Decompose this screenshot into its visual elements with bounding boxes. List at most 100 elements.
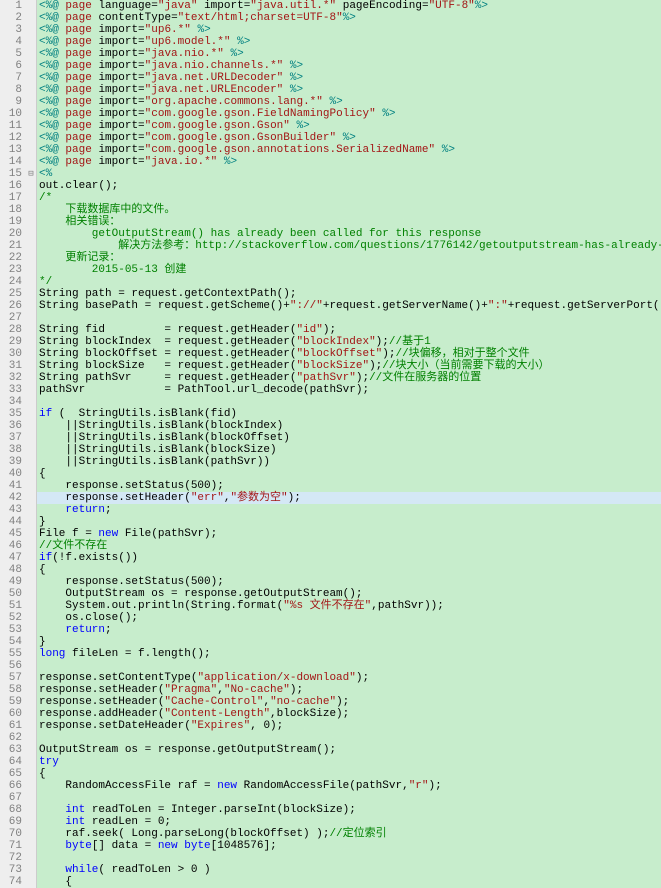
code-line[interactable] xyxy=(37,792,661,804)
code-line[interactable]: long fileLen = f.length(); xyxy=(37,648,661,660)
code-line[interactable]: <%@ page import="java.nio.*" %> xyxy=(37,48,661,60)
fold-marker xyxy=(26,204,36,216)
code-line[interactable]: OutputStream os = response.getOutputStre… xyxy=(37,744,661,756)
fold-marker xyxy=(26,324,36,336)
code-line[interactable]: RandomAccessFile raf = new RandomAccessF… xyxy=(37,780,661,792)
fold-marker xyxy=(26,348,36,360)
fold-marker xyxy=(26,720,36,732)
code-line[interactable]: response.setDateHeader("Expires", 0); xyxy=(37,720,661,732)
code-line[interactable]: int readLen = 0; xyxy=(37,816,661,828)
fold-marker xyxy=(26,660,36,672)
code-line[interactable]: return; xyxy=(37,624,661,636)
code-line[interactable]: if(!f.exists()) xyxy=(37,552,661,564)
code-line[interactable]: { xyxy=(37,468,661,480)
line-number: 58 xyxy=(0,684,22,696)
code-line[interactable]: } xyxy=(37,516,661,528)
code-line[interactable]: response.addHeader("Content-Length",bloc… xyxy=(37,708,661,720)
code-line[interactable]: */ xyxy=(37,276,661,288)
code-line[interactable]: while( readToLen > 0 ) xyxy=(37,864,661,876)
code-line[interactable] xyxy=(37,660,661,672)
code-line[interactable]: <% xyxy=(37,168,661,180)
code-line[interactable]: byte[] data = new byte[1048576]; xyxy=(37,840,661,852)
code-area[interactable]: <%@ page language="java" import="java.ut… xyxy=(37,0,661,888)
code-line[interactable]: String blockIndex = request.getHeader("b… xyxy=(37,336,661,348)
line-number-gutter: 1234567891011121314151617181920212223242… xyxy=(0,0,26,888)
code-line[interactable]: <%@ page import="java.nio.channels.*" %> xyxy=(37,60,661,72)
fold-marker xyxy=(26,840,36,852)
code-line[interactable]: String pathSvr = request.getHeader("path… xyxy=(37,372,661,384)
line-number: 57 xyxy=(0,672,22,684)
code-line[interactable]: String blockSize = request.getHeader("bl… xyxy=(37,360,661,372)
code-line[interactable]: ||StringUtils.isBlank(blockIndex) xyxy=(37,420,661,432)
code-line[interactable] xyxy=(37,312,661,324)
code-line[interactable]: if ( StringUtils.isBlank(fid) xyxy=(37,408,661,420)
code-line[interactable]: out.clear(); xyxy=(37,180,661,192)
code-line[interactable]: <%@ page import="up6.*" %> xyxy=(37,24,661,36)
fold-marker xyxy=(26,624,36,636)
fold-marker xyxy=(26,120,36,132)
code-line[interactable]: <%@ page import="com.google.gson.GsonBui… xyxy=(37,132,661,144)
code-line[interactable]: String blockOffset = request.getHeader("… xyxy=(37,348,661,360)
code-line[interactable]: response.setStatus(500); xyxy=(37,480,661,492)
code-line[interactable] xyxy=(37,396,661,408)
code-line[interactable]: response.setHeader("Pragma","No-cache"); xyxy=(37,684,661,696)
code-line[interactable]: File f = new File(pathSvr); xyxy=(37,528,661,540)
code-line[interactable]: String path = request.getContextPath(); xyxy=(37,288,661,300)
code-line[interactable]: ||StringUtils.isBlank(blockSize) xyxy=(37,444,661,456)
fold-marker xyxy=(26,444,36,456)
code-line[interactable]: } xyxy=(37,636,661,648)
code-line[interactable]: <%@ page import="com.google.gson.FieldNa… xyxy=(37,108,661,120)
code-line[interactable]: response.setContentType("application/x-d… xyxy=(37,672,661,684)
code-line[interactable] xyxy=(37,852,661,864)
fold-marker xyxy=(26,804,36,816)
code-line[interactable]: 解决方法参考：http://stackoverflow.com/question… xyxy=(37,240,661,252)
code-line[interactable]: <%@ page import="java.net.URLEncoder" %> xyxy=(37,84,661,96)
code-line[interactable]: String basePath = request.getScheme()+":… xyxy=(37,300,661,312)
code-line[interactable]: 下载数据库中的文件。 xyxy=(37,204,661,216)
code-line[interactable]: <%@ page import="java.io.*" %> xyxy=(37,156,661,168)
code-line[interactable]: int readToLen = Integer.parseInt(blockSi… xyxy=(37,804,661,816)
fold-marker xyxy=(26,792,36,804)
code-line[interactable]: try xyxy=(37,756,661,768)
code-line[interactable]: os.close(); xyxy=(37,612,661,624)
code-line[interactable]: 相关错误： xyxy=(37,216,661,228)
line-number: 66 xyxy=(0,780,22,792)
code-line[interactable]: String fid = request.getHeader("id"); xyxy=(37,324,661,336)
code-line[interactable]: //文件不存在 xyxy=(37,540,661,552)
fold-marker xyxy=(26,228,36,240)
fold-marker xyxy=(26,360,36,372)
code-line[interactable]: OutputStream os = response.getOutputStre… xyxy=(37,588,661,600)
code-line[interactable]: 2015-05-13 创建 xyxy=(37,264,661,276)
line-number: 15 xyxy=(0,168,22,180)
code-line[interactable]: pathSvr = PathTool.url_decode(pathSvr); xyxy=(37,384,661,396)
code-line[interactable]: response.setHeader("Cache-Control","no-c… xyxy=(37,696,661,708)
code-line[interactable]: response.setStatus(500); xyxy=(37,576,661,588)
line-number: 35 xyxy=(0,408,22,420)
code-line[interactable]: ||StringUtils.isBlank(blockOffset) xyxy=(37,432,661,444)
code-line[interactable]: <%@ page import="com.google.gson.annotat… xyxy=(37,144,661,156)
code-line[interactable] xyxy=(37,732,661,744)
code-line[interactable]: <%@ page import="org.apache.commons.lang… xyxy=(37,96,661,108)
code-line[interactable]: { xyxy=(37,876,661,888)
code-line[interactable]: { xyxy=(37,768,661,780)
line-number: 24 xyxy=(0,276,22,288)
fold-marker xyxy=(26,396,36,408)
code-line[interactable]: response.setHeader("err","参数为空"); xyxy=(37,492,661,504)
code-line[interactable]: /* xyxy=(37,192,661,204)
fold-marker xyxy=(26,828,36,840)
code-line[interactable]: <%@ page contentType="text/html;charset=… xyxy=(37,12,661,24)
fold-marker xyxy=(26,780,36,792)
code-line[interactable]: <%@ page language="java" import="java.ut… xyxy=(37,0,661,12)
code-line[interactable]: System.out.println(String.format("%s 文件不… xyxy=(37,600,661,612)
fold-marker[interactable]: ⊟ xyxy=(26,168,36,180)
code-line[interactable]: ||StringUtils.isBlank(pathSvr)) xyxy=(37,456,661,468)
code-line[interactable]: <%@ page import="com.google.gson.Gson" %… xyxy=(37,120,661,132)
code-line[interactable]: raf.seek( Long.parseLong(blockOffset) );… xyxy=(37,828,661,840)
code-line[interactable]: { xyxy=(37,564,661,576)
fold-marker xyxy=(26,72,36,84)
code-line[interactable]: return; xyxy=(37,504,661,516)
code-line[interactable]: getOutputStream() has already been calle… xyxy=(37,228,661,240)
code-line[interactable]: <%@ page import="up6.model.*" %> xyxy=(37,36,661,48)
code-line[interactable]: 更新记录： xyxy=(37,252,661,264)
code-line[interactable]: <%@ page import="java.net.URLDecoder" %> xyxy=(37,72,661,84)
